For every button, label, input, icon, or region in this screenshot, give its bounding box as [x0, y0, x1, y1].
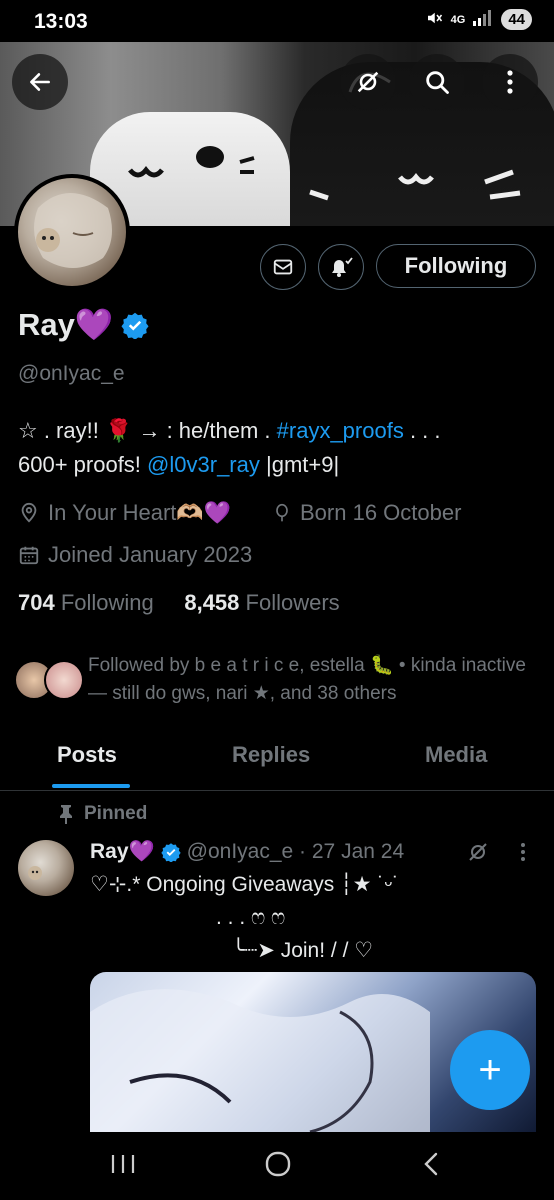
network-label: 4G [450, 13, 466, 26]
post-avatar[interactable] [18, 840, 74, 896]
profile-tabs: Posts Replies Media [0, 732, 554, 791]
battery-indicator: 44 [501, 9, 532, 30]
bell-check-icon [332, 257, 353, 277]
mute-icon [425, 9, 443, 30]
bio-text: ☆ . ray!! 🌹 → : he/them . [18, 418, 277, 443]
post-header: Ray💜 @onIyac_e · 27 Jan 24 [90, 840, 404, 864]
post-text-line: ♡⊹.* Ongoing Giveaways ┆★ ˙ᵕ˙ [90, 873, 400, 896]
followers-count: 8,458 [184, 590, 240, 615]
status-bar: 13:03 4G 44 [0, 0, 554, 42]
post-more-button[interactable] [520, 842, 526, 867]
following-label: Following [60, 590, 154, 615]
post-text-line: ╰┈➤ Join! / / ♡ [232, 939, 374, 962]
search-icon [426, 71, 449, 94]
back-button[interactable] [12, 54, 68, 110]
profile-avatar[interactable] [14, 174, 130, 290]
tab-replies[interactable]: Replies [232, 742, 310, 768]
birthday-row: Born 16 October [272, 500, 461, 526]
more-options-button[interactable] [482, 54, 538, 110]
message-button[interactable] [260, 244, 306, 290]
signal-icon [473, 10, 493, 29]
location-text: In Your Heart🫶🏼💜 [48, 500, 232, 525]
profile-bio: ☆ . ray!! 🌹 → : he/them . #rayx_proofs .… [18, 414, 538, 482]
tab-posts[interactable]: Posts [57, 742, 117, 768]
followed-by-text[interactable]: Followed by b e a t r i c e, estella 🐛 •… [88, 652, 528, 708]
bio-text: . . . [403, 418, 441, 443]
status-icons: 4G 44 [425, 9, 532, 30]
location-pin-icon [21, 502, 37, 523]
bio-mention-link[interactable]: @l0v3r_ray [147, 452, 260, 477]
search-button[interactable] [409, 54, 465, 110]
joined-text: Joined January 2023 [48, 542, 253, 567]
joined-row: Joined January 2023 [18, 542, 252, 568]
plus-icon: + [478, 1047, 502, 1092]
follower-avatar [44, 660, 84, 700]
following-count: 704 [18, 590, 55, 615]
pin-icon [60, 805, 72, 824]
grok-button[interactable] [340, 54, 396, 110]
calendar-icon [19, 546, 39, 565]
followers-count-link[interactable]: 8,458 Followers [184, 590, 339, 615]
post-grok-button[interactable] [466, 840, 490, 869]
post-author-name[interactable]: Ray💜 [90, 840, 155, 864]
birthday-text: Born 16 October [300, 500, 462, 525]
active-tab-indicator [52, 784, 130, 788]
back-nav-icon[interactable] [422, 1151, 440, 1177]
post-handle-date: @onIyac_e · 27 Jan 24 [186, 840, 405, 863]
more-vertical-icon [507, 70, 513, 94]
grok-icon [357, 71, 379, 93]
grok-icon [469, 843, 487, 861]
back-arrow-icon [30, 73, 50, 91]
bio-text: 600+ proofs! [18, 452, 148, 477]
display-name: Ray💜 [18, 307, 114, 342]
following-count-link[interactable]: 704 Following [18, 590, 154, 615]
recents-icon[interactable] [110, 1152, 136, 1176]
compose-button[interactable]: + [450, 1030, 530, 1110]
post-text-line: . . . ෆ ෆ [216, 906, 286, 929]
mail-icon [273, 259, 293, 275]
pinned-label-row: Pinned [58, 803, 147, 825]
tab-media[interactable]: Media [425, 742, 487, 768]
user-handle: @onIyac_e [18, 362, 125, 385]
verified-badge-icon [161, 843, 181, 862]
followers-label: Followers [245, 590, 340, 615]
bio-text: |gmt+9| [259, 452, 340, 477]
location-row: In Your Heart🫶🏼💜 [18, 500, 231, 526]
verified-badge-icon[interactable] [121, 311, 150, 339]
home-icon[interactable] [264, 1150, 292, 1178]
display-name-row: Ray💜 [18, 306, 150, 343]
more-vertical-icon [521, 843, 525, 861]
system-nav-bar [0, 1132, 554, 1200]
pinned-label: Pinned [84, 803, 148, 824]
status-time: 13:03 [34, 10, 88, 33]
following-button[interactable]: Following [376, 244, 536, 288]
follow-counts: 704 Following 8,458 Followers [18, 590, 340, 616]
bio-hashtag-link[interactable]: #rayx_proofs [277, 418, 404, 443]
balloon-icon [276, 503, 288, 522]
notifications-button[interactable] [318, 244, 364, 290]
